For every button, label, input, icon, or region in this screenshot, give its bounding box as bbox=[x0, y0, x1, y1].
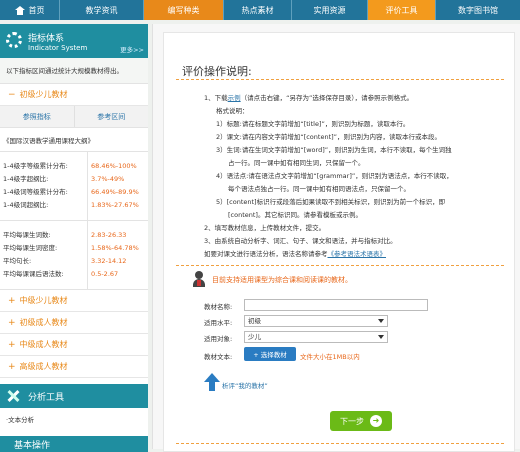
level-select[interactable]: 初级 bbox=[244, 315, 388, 327]
step-1: 1、下载示例（请点击右键，“另存为”选择保存目录），请参照示例格式。 bbox=[204, 94, 414, 102]
indicator-value: 3.32-14.12 bbox=[91, 257, 127, 265]
nav-home[interactable]: 首页 bbox=[0, 0, 60, 20]
nav-hot-materials[interactable]: 热点素材 bbox=[224, 0, 292, 20]
more-link[interactable]: 更多>> bbox=[120, 44, 144, 54]
indicator-label: 1-4级字超纲比: bbox=[3, 175, 49, 183]
nav-resources[interactable]: 实用资源 bbox=[292, 0, 368, 20]
plus-icon: + bbox=[8, 317, 16, 328]
level-advanced-adult[interactable]: + 高级成人教材 bbox=[0, 356, 148, 378]
basic-operations-header: 基本操作 bbox=[0, 436, 148, 452]
sidebar-title-en: Indicator System bbox=[28, 44, 88, 52]
col-range: 参考区间 bbox=[97, 112, 126, 121]
home-icon bbox=[14, 5, 25, 15]
text-analysis-link[interactable]: ·文本分析 bbox=[0, 408, 148, 432]
level-label: 高级成人教材 bbox=[19, 362, 68, 371]
indicator-value: 1.58%-64.78% bbox=[91, 244, 139, 252]
nav-digital-library[interactable]: 数字图书馆 bbox=[436, 0, 520, 20]
rule-5: 5）[content]标识行或段落后如果读取不到相关标识，则识别为前一个标识，即 bbox=[216, 198, 446, 206]
level-intermediate-children[interactable]: + 中级少儿教材 bbox=[0, 290, 148, 312]
file-label: 教材文本: bbox=[204, 353, 233, 361]
level-label: 中级少儿教材 bbox=[19, 296, 68, 305]
indicator-value: 3.7%-49% bbox=[91, 175, 125, 183]
step-2: 2、填写教材信息，上传教材文件，提交。 bbox=[204, 224, 326, 232]
indicator-label: 平均句长: bbox=[3, 257, 32, 265]
upload-arrow-icon bbox=[204, 373, 220, 393]
gear-icon bbox=[6, 32, 22, 48]
indicator-label: 平均每课生词密度: bbox=[3, 244, 58, 252]
nav-home-label: 首页 bbox=[28, 5, 45, 15]
next-step-button[interactable]: 下一步 ➜ bbox=[330, 411, 392, 431]
target-label: 适用对象: bbox=[204, 335, 233, 343]
indicator-label: 1-4级字等级累计分布: bbox=[3, 162, 68, 170]
indicator-value: 2.83-26.33 bbox=[91, 231, 127, 239]
sidebar-description: 以下指标区间通过统计大规模教材得出。 bbox=[0, 58, 148, 84]
instructions: 1、下载示例（请点击右键，“另存为”选择保存目录），请参照示例格式。 格式说明：… bbox=[204, 92, 509, 261]
indicator-label: 1-4级词超纲比: bbox=[3, 201, 49, 209]
grammar-note: 如要对课文进行语法分析，语法名称请参考《参考语法术语表》 bbox=[204, 250, 387, 258]
divider bbox=[176, 443, 504, 444]
level-label: 初级少儿教材 bbox=[19, 90, 68, 99]
rule-3: 3）生词:请在生词文字前增加“[word]”，则识别为生词，本行不读取，每个生词… bbox=[216, 146, 452, 154]
analysis-tools-title: 分析工具 bbox=[28, 392, 65, 403]
indicator-value: 68.46%-100% bbox=[91, 162, 137, 170]
page-title: 评价操作说明: bbox=[182, 65, 252, 78]
minus-icon: − bbox=[8, 89, 16, 100]
sidebar: 指标体系 Indicator System 更多>> 以下指标区间通过统计大规模… bbox=[0, 24, 148, 452]
sidebar-header: 指标体系 Indicator System 更多>> bbox=[0, 24, 148, 58]
main-content: 评价操作说明: 1、下载示例（请点击右键，“另存为”选择保存目录），请参照示例格… bbox=[152, 24, 520, 452]
indicator-value: 66.49%-89.9% bbox=[91, 188, 139, 196]
plus-icon: + bbox=[8, 295, 16, 306]
rule-2: 2）课文:请在内容文字前增加“[content]”，则识别为内容，读取本行或本段… bbox=[216, 133, 442, 141]
choose-file-button[interactable]: + 选择教材 bbox=[244, 347, 296, 361]
target-select[interactable]: 少儿 bbox=[244, 331, 388, 343]
user-icon bbox=[192, 271, 206, 287]
divider bbox=[176, 265, 504, 266]
evaluation-card: 评价操作说明: 1、下载示例（请点击右键，“另存为”选择保存目录），请参照示例格… bbox=[163, 32, 515, 452]
divider bbox=[176, 79, 504, 80]
rule-4-cont: 每个语法点独占一行。同一课中如有相同语法点，只保留一个。 bbox=[228, 185, 410, 193]
indicator-label: 1-4级词等级累计分布: bbox=[3, 188, 68, 196]
rule-5-cont: [content]。其它标识同。请参看模板或示例。 bbox=[228, 211, 362, 219]
nav-compile-types[interactable]: 编写种类 bbox=[144, 0, 224, 20]
level-label: 中级成人教材 bbox=[19, 340, 68, 349]
nav-teaching-news[interactable]: 教学资讯 bbox=[60, 0, 144, 20]
level-label: 初级成人教材 bbox=[19, 318, 68, 327]
indicator-table-header: 参照指标 参考区间 bbox=[0, 106, 148, 128]
sample-link[interactable]: 示例 bbox=[228, 94, 241, 102]
col-indicator: 参照指标 bbox=[0, 106, 75, 127]
indicator-label: 平均每课课后语法数: bbox=[3, 270, 64, 278]
sidebar-title: 指标体系 bbox=[28, 34, 65, 44]
rule-4: 4）语法点:请在语法点文字前增加“[grammar]”，则识别为语法点，本行不读… bbox=[216, 172, 453, 180]
level-label: 适用水平: bbox=[204, 319, 233, 327]
nav-evaluation-tools[interactable]: 评价工具 bbox=[368, 0, 436, 20]
arrow-right-icon: ➜ bbox=[370, 415, 382, 427]
name-label: 教材名称: bbox=[204, 303, 233, 311]
corpus-name: 《国际汉语教学通用课程大纲》 bbox=[0, 128, 148, 152]
indicator-value: 0.5-2.67 bbox=[91, 270, 119, 278]
chevron-down-icon bbox=[378, 319, 384, 323]
plus-icon: + bbox=[8, 361, 16, 372]
level-beginner-adult[interactable]: + 初级成人教材 bbox=[0, 312, 148, 334]
indicator-label: 平均每课生词数: bbox=[3, 231, 51, 239]
grammar-terms-link[interactable]: 《参考语法术语表》 bbox=[328, 250, 387, 258]
wrench-icon bbox=[6, 389, 20, 403]
file-size-hint: 文件大小在1MB以内 bbox=[300, 353, 360, 361]
indicator-group-words: 平均每课生词数: 平均每课生词密度: 平均句长: 平均每课课后语法数: 2.83… bbox=[0, 221, 148, 290]
rule-1: 1）标题:请在标题文字前增加“[title]”，则识别为标题，读取本行。 bbox=[216, 120, 410, 128]
plus-icon: + bbox=[8, 339, 16, 350]
support-note: 目前支持适用课型为综合课和阅读课的教材。 bbox=[212, 276, 352, 284]
indicator-group-chars: 1-4级字等级累计分布: 1-4级字超纲比: 1-4级词等级累计分布: 1-4级… bbox=[0, 152, 148, 221]
analysis-tools-header: 分析工具 bbox=[0, 384, 148, 408]
indicator-value: 1.83%-27.67% bbox=[91, 201, 139, 209]
level-intermediate-adult[interactable]: + 中级成人教材 bbox=[0, 334, 148, 356]
analyze-my-textbook-link[interactable]: 析评“我的教材” bbox=[222, 380, 268, 390]
format-title: 格式说明： bbox=[216, 107, 249, 115]
rule-3-cont: 占一行。同一课中如有相同生词，只保留一个。 bbox=[228, 159, 365, 167]
level-beginner-children[interactable]: − 初级少儿教材 bbox=[0, 84, 148, 106]
chevron-down-icon bbox=[378, 335, 384, 339]
top-nav: 首页 教学资讯 编写种类 热点素材 实用资源 评价工具 数字图书馆 bbox=[0, 0, 520, 20]
textbook-name-input[interactable] bbox=[244, 299, 428, 311]
step-3: 3、由系统自动分析字、词汇、句子、课文和语法，并与指标对比。 bbox=[204, 237, 397, 245]
